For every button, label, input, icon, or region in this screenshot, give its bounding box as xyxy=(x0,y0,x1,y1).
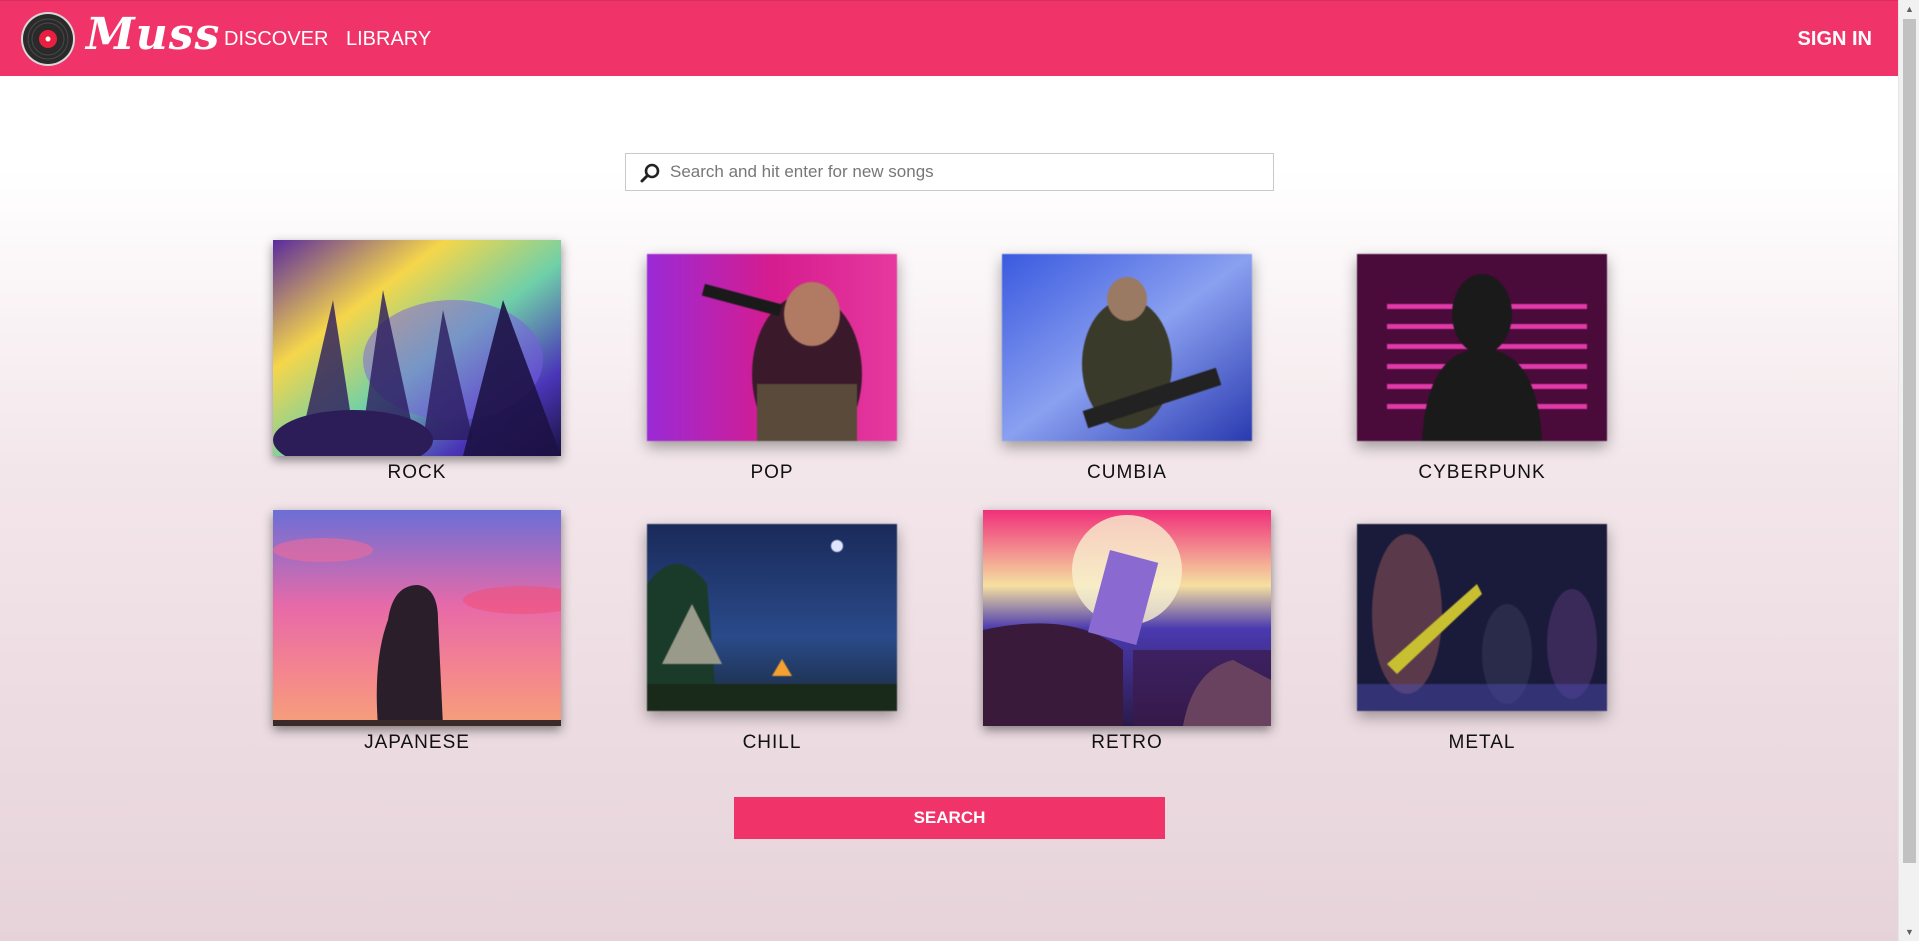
genre-label-japanese[interactable]: JAPANESE xyxy=(267,732,567,754)
search-button[interactable]: SEARCH xyxy=(734,797,1165,839)
sign-in-link[interactable]: SIGN IN xyxy=(1798,28,1872,51)
genre-label-chill[interactable]: CHILL xyxy=(622,732,922,754)
genre-label-cumbia[interactable]: CUMBIA xyxy=(977,462,1277,484)
search-input[interactable] xyxy=(670,154,1265,190)
genre-image-cyberpunk[interactable] xyxy=(1357,254,1607,441)
brand-name[interactable]: Muss xyxy=(86,9,220,60)
top-navbar: Muss DISCOVER LIBRARY SIGN IN xyxy=(0,0,1898,76)
genre-image-pop[interactable] xyxy=(647,254,897,441)
genre-label-cyberpunk[interactable]: CYBERPUNK xyxy=(1332,462,1632,484)
genre-image-cumbia[interactable] xyxy=(1002,254,1252,441)
nav-discover-link[interactable]: DISCOVER xyxy=(224,28,328,51)
genre-label-rock[interactable]: ROCK xyxy=(267,462,567,484)
vinyl-record-logo-icon[interactable] xyxy=(20,11,76,67)
genre-label-pop[interactable]: POP xyxy=(622,462,922,484)
scroll-down-arrow-icon[interactable]: ▼ xyxy=(1905,927,1914,937)
search-bar xyxy=(625,153,1274,191)
genre-image-metal[interactable] xyxy=(1357,524,1607,711)
vertical-scrollbar[interactable]: ▲ ▼ xyxy=(1898,0,1919,941)
search-icon xyxy=(640,163,660,183)
scrollbar-thumb[interactable] xyxy=(1903,19,1916,863)
genre-image-retro[interactable] xyxy=(983,510,1271,726)
scroll-up-arrow-icon[interactable]: ▲ xyxy=(1905,4,1914,14)
genre-image-japanese[interactable] xyxy=(273,510,561,726)
genre-label-metal[interactable]: METAL xyxy=(1332,732,1632,754)
nav-library-link[interactable]: LIBRARY xyxy=(346,28,431,51)
genre-label-retro[interactable]: RETRO xyxy=(977,732,1277,754)
genre-image-rock[interactable] xyxy=(273,240,561,456)
genre-image-chill[interactable] xyxy=(647,524,897,711)
